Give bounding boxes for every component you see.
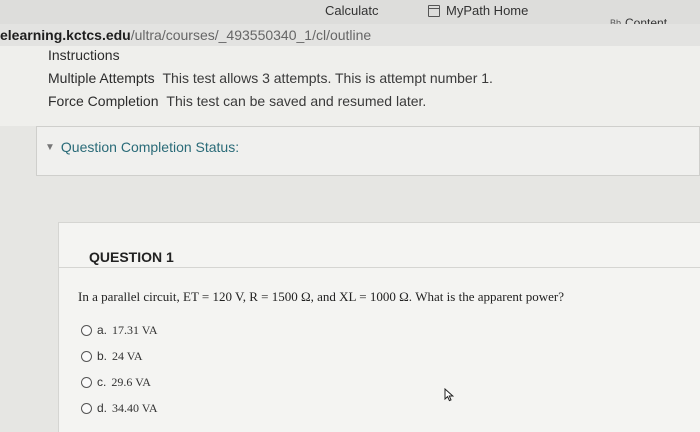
question-text: In a parallel circuit, ET = 120 V, R = 1…	[78, 289, 564, 304]
answer-option-a[interactable]: a. 17.31 VA	[81, 317, 158, 343]
question-completion-status-label: Question Completion Status:	[60, 139, 240, 155]
answer-option-b[interactable]: b. 24 VA	[81, 343, 158, 369]
answer-option-value: 29.6 VA	[111, 374, 151, 389]
radio-button[interactable]	[81, 402, 92, 414]
answer-option-value: 24 VA	[112, 348, 143, 363]
url-text: elearning.kctcs.edu/ultra/courses/_49355…	[0, 27, 371, 43]
answer-option-c[interactable]: c. 29.6 VA	[81, 369, 158, 395]
force-completion-label: Force Completion	[48, 93, 159, 109]
answer-option-d[interactable]: d. 34.40 VA	[81, 395, 158, 421]
question-completion-status-toggle[interactable]: ▼ Question Completion Status:	[45, 139, 239, 155]
bookmark-mypath-home[interactable]: MyPath Home	[428, 3, 528, 18]
multiple-attempts-label: Multiple Attempts	[48, 70, 155, 86]
answer-option-letter: a.	[97, 323, 108, 337]
instructions-heading: Instructions	[48, 47, 120, 63]
mouse-cursor-icon	[444, 388, 454, 402]
radio-button[interactable]	[81, 350, 92, 362]
page: Calculatc MyPath Home Bb Content elearni…	[0, 0, 700, 432]
page-icon	[428, 4, 440, 17]
answer-option-letter: d.	[97, 401, 108, 415]
address-bar[interactable]: elearning.kctcs.edu/ultra/courses/_49355…	[0, 24, 700, 47]
question-completion-status: ▼ Question Completion Status:	[36, 126, 700, 176]
answer-option-value: 34.40 VA	[112, 400, 158, 415]
force-completion-value: This test can be saved and resumed later…	[166, 93, 427, 109]
bookmark-calculator-label: Calculatc	[325, 3, 379, 18]
multiple-attempts-row: Multiple Attempts This test allows 3 att…	[48, 70, 493, 86]
radio-button[interactable]	[81, 376, 92, 388]
url-host: elearning.kctcs.edu	[0, 27, 131, 43]
bookmark-mypath-label: MyPath Home	[446, 3, 529, 18]
url-path: /ultra/courses/_493550340_1/cl/outline	[130, 27, 372, 43]
instructions-panel: Instructions Multiple Attempts This test…	[0, 46, 700, 126]
question-card: QUESTION 1 In a parallel circuit, ET = 1…	[58, 222, 700, 432]
radio-button[interactable]	[81, 324, 92, 336]
chevron-down-icon: ▼	[45, 141, 55, 153]
force-completion-row: Force Completion This test can be saved …	[48, 93, 426, 109]
answer-options: a. 17.31 VA b. 24 VA c. 29.6 VA d. 34.40…	[81, 317, 158, 421]
multiple-attempts-value: This test allows 3 attempts. This is att…	[162, 70, 493, 86]
bookmarks-bar: Calculatc MyPath Home Bb Content	[0, 0, 700, 30]
answer-option-value: 17.31 VA	[112, 322, 158, 337]
answer-option-letter: c.	[97, 375, 107, 389]
question-header: QUESTION 1	[59, 223, 700, 268]
answer-option-letter: b.	[97, 349, 108, 363]
bookmark-calculator[interactable]: Calculatc	[325, 3, 378, 18]
question-title: QUESTION 1	[89, 249, 174, 265]
